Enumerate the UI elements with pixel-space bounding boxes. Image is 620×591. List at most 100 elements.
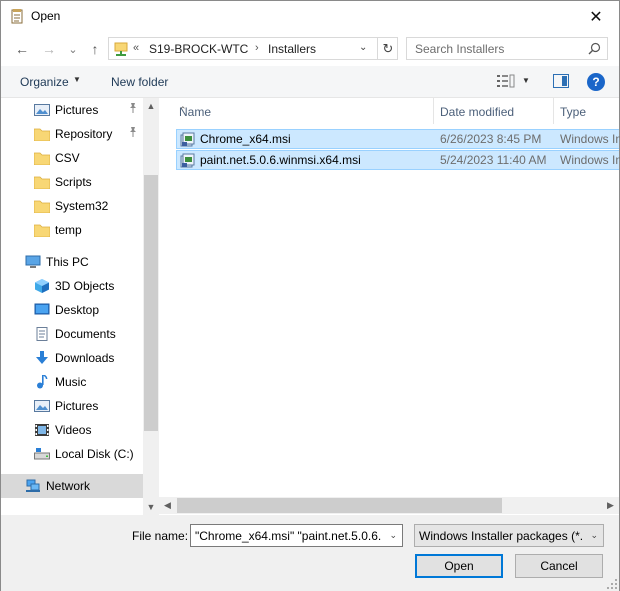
dialog-footer: File name: "Chrome_x64.msi" "paint.net.5… xyxy=(1,515,619,591)
open-button-label: Open xyxy=(444,559,474,573)
preview-pane-icon[interactable] xyxy=(553,74,569,88)
nav-item-documents[interactable]: Documents xyxy=(1,322,143,346)
search-box[interactable]: Search Installers xyxy=(406,37,608,60)
breadcrumb-separator-icon[interactable]: › xyxy=(255,42,259,54)
close-button[interactable]: ✕ xyxy=(573,1,619,32)
refresh-button[interactable]: ↻ xyxy=(377,38,398,59)
new-folder-button[interactable]: New folder xyxy=(111,75,168,89)
scroll-left-icon[interactable]: ◀ xyxy=(159,497,176,514)
scroll-down-icon[interactable]: ▼ xyxy=(143,499,159,515)
nav-item-network[interactable]: Network xyxy=(1,474,143,498)
nav-item-label: System32 xyxy=(55,199,109,213)
nav-item-videos[interactable]: Videos xyxy=(1,418,143,442)
refresh-icon: ↻ xyxy=(382,40,394,56)
scroll-up-icon[interactable]: ▲ xyxy=(143,98,159,114)
file-date-modified: 6/26/2023 8:45 PM xyxy=(440,132,542,146)
nav-item-label: 3D Objects xyxy=(55,279,115,293)
forward-arrow-icon: → xyxy=(42,41,56,57)
folder-icon xyxy=(33,151,51,166)
up-arrow-icon: ↑ xyxy=(91,41,99,57)
nav-item-desktop[interactable]: Desktop xyxy=(1,298,143,322)
desktop-icon xyxy=(34,303,50,317)
up-button[interactable]: ↑ xyxy=(85,39,105,59)
file-name: paint.net.5.0.6.winmsi.x64.msi xyxy=(200,153,361,167)
column-header-type[interactable]: Type xyxy=(554,98,619,124)
nav-item-local-disk-c[interactable]: Local Disk (C:) xyxy=(1,442,143,466)
file-list-horizontal-scrollbar[interactable]: ◀ ▶ xyxy=(159,497,619,514)
breadcrumb-installers[interactable]: Installers xyxy=(268,42,316,56)
search-icon[interactable] xyxy=(588,42,601,55)
nav-item-3d-objects[interactable]: 3D Objects xyxy=(1,274,143,298)
file-type: Windows Installer Package xyxy=(560,132,620,146)
resize-grip-icon[interactable] xyxy=(607,579,617,589)
nav-item-csv[interactable]: CSV xyxy=(1,146,143,170)
file-list: Name ⌃ Date modified Type Chrome_x64.msi… xyxy=(159,98,620,515)
nav-item-scripts[interactable]: Scripts xyxy=(1,170,143,194)
pictures-icon xyxy=(34,399,50,413)
3d-objects-icon xyxy=(34,279,50,293)
nav-item-label: Desktop xyxy=(55,303,100,317)
nav-item-music[interactable]: Music xyxy=(1,370,143,394)
nav-item-pictures[interactable]: Pictures xyxy=(1,394,143,418)
pin-icon xyxy=(128,127,138,140)
nav-item-label: Pictures xyxy=(55,103,99,117)
folder-icon xyxy=(33,127,51,142)
column-header-date-label: Date modified xyxy=(440,105,515,119)
file-row[interactable]: paint.net.5.0.6.winmsi.x64.msi 5/24/2023 … xyxy=(176,150,620,170)
music-icon xyxy=(34,374,50,389)
file-name-field[interactable]: "Chrome_x64.msi" "paint.net.5.0.6.winmsi… xyxy=(190,524,403,547)
network-icon xyxy=(25,479,41,493)
dialog-title: Open xyxy=(31,9,61,23)
file-name-value[interactable]: "Chrome_x64.msi" "paint.net.5.0.6.winmsi… xyxy=(195,529,381,543)
msi-package-icon xyxy=(180,132,195,147)
nav-item-downloads[interactable]: Downloads xyxy=(1,346,143,370)
nav-item-label: Videos xyxy=(55,423,92,437)
navigation-row: ← → ⌄ ↑ « S19-BROCK-WTC › Installers ⌄ ↻ xyxy=(1,33,619,65)
open-button[interactable]: Open xyxy=(415,554,503,578)
cancel-button[interactable]: Cancel xyxy=(515,554,603,578)
organize-caret-icon[interactable]: ▼ xyxy=(73,75,81,84)
videos-icon xyxy=(34,423,50,437)
msi-package-icon xyxy=(180,153,195,168)
address-overflow-icon[interactable]: « xyxy=(133,42,139,54)
help-button[interactable]: ? xyxy=(587,73,605,91)
nav-item-label: CSV xyxy=(55,151,80,165)
navigation-pane-scroll-thumb[interactable] xyxy=(144,175,158,431)
nav-item-label: Scripts xyxy=(55,175,92,189)
address-dropdown-icon[interactable]: ⌄ xyxy=(359,42,367,53)
search-input[interactable]: Search Installers xyxy=(415,42,504,56)
column-header-name[interactable]: Name ⌃ xyxy=(159,98,434,124)
sort-ascending-icon: ⌃ xyxy=(179,105,187,115)
pin-icon xyxy=(128,103,138,116)
title-bar: Open ✕ xyxy=(1,1,619,32)
file-type: Windows Installer Package xyxy=(560,153,620,167)
view-options-caret-icon[interactable]: ▼ xyxy=(522,76,530,85)
recent-locations-button[interactable]: ⌄ xyxy=(63,39,83,59)
open-file-dialog: Open ✕ ← → ⌄ ↑ « S19-BROCK-WTC › Install… xyxy=(0,0,620,591)
forward-button[interactable]: → xyxy=(39,39,59,59)
file-row[interactable]: Chrome_x64.msi 6/26/2023 8:45 PM Windows I… xyxy=(176,129,620,149)
change-view-icon[interactable] xyxy=(497,74,515,88)
nav-item-label: Network xyxy=(46,479,91,493)
navigation-pane-scrollbar[interactable]: ▲ ▼ xyxy=(143,98,159,515)
nav-item-pictures[interactable]: Pictures xyxy=(1,98,143,122)
back-button[interactable]: ← xyxy=(12,39,32,59)
nav-item-this-pc[interactable]: This PC xyxy=(1,250,143,274)
nav-item-temp[interactable]: temp xyxy=(1,218,143,242)
scroll-right-icon[interactable]: ▶ xyxy=(602,497,619,514)
address-bar[interactable]: « S19-BROCK-WTC › Installers ⌄ ↻ xyxy=(108,37,398,60)
folder-icon xyxy=(33,175,51,190)
chevron-down-icon: ⌄ xyxy=(590,530,598,540)
column-header-date-modified[interactable]: Date modified xyxy=(434,98,554,124)
organize-button[interactable]: Organize xyxy=(20,75,69,89)
nav-item-label: Pictures xyxy=(55,399,99,413)
nav-item-system32[interactable]: System32 xyxy=(1,194,143,218)
file-list-scroll-thumb[interactable] xyxy=(177,498,502,513)
breadcrumb-share[interactable]: S19-BROCK-WTC xyxy=(149,42,248,56)
file-type-select[interactable]: Windows Installer packages (*.msi) ⌄ xyxy=(414,524,604,547)
nav-item-label: Downloads xyxy=(55,351,115,365)
file-date-modified: 5/24/2023 11:40 AM xyxy=(440,153,547,167)
nav-item-repository[interactable]: Repository xyxy=(1,122,143,146)
file-name-history-icon[interactable]: ⌄ xyxy=(389,530,397,541)
nav-item-label: Local Disk (C:) xyxy=(55,447,134,461)
